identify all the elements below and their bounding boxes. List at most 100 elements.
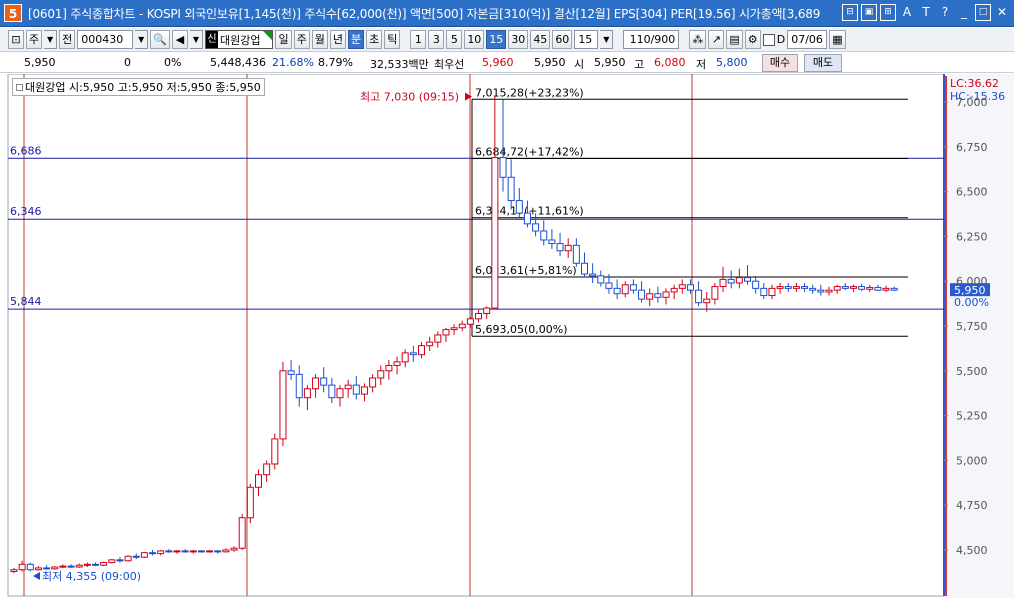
interval-button[interactable]: 30	[508, 30, 529, 49]
candle-body	[352, 384, 360, 395]
prev-button[interactable]: 전	[59, 30, 76, 49]
candle-body	[238, 517, 246, 549]
period-second-button[interactable]: 초	[366, 30, 383, 49]
save-icon[interactable]: ▤	[726, 30, 743, 49]
font-size-icon[interactable]: A	[899, 4, 915, 21]
sell-button[interactable]: 매도	[804, 54, 842, 72]
date-checkbox[interactable]	[762, 33, 775, 46]
candle-body	[246, 486, 254, 519]
candle-body	[67, 565, 75, 568]
candle-body	[214, 550, 222, 553]
period-tick-button[interactable]: 틱	[384, 30, 401, 49]
low-price: 5,800	[716, 56, 748, 69]
line-tool-icon[interactable]: ↗	[708, 30, 725, 49]
candle-body	[393, 361, 401, 366]
speaker-icon[interactable]: ◀	[171, 30, 188, 49]
period-year-button[interactable]: 년	[329, 30, 346, 49]
candle-body	[434, 334, 442, 343]
stock-name-box[interactable]: 신 대원강업	[204, 30, 274, 49]
y-tick-label: 6,750	[956, 141, 988, 154]
period-day-button[interactable]: 일	[275, 30, 292, 49]
candle-body	[458, 323, 466, 329]
candle-body	[197, 550, 205, 553]
interval-button[interactable]: 10	[464, 30, 485, 49]
y-tick-label: 5,250	[956, 410, 988, 423]
candle-body	[263, 463, 271, 476]
buy-button[interactable]: 매수	[762, 54, 798, 72]
interval-button[interactable]: 60	[552, 30, 573, 49]
low-label: 저	[696, 58, 707, 71]
window-link-icon[interactable]: ⊟	[842, 4, 858, 21]
candle-body	[646, 293, 654, 300]
close-icon[interactable]: ✕	[994, 4, 1010, 21]
interval-dropdown-icon[interactable]: ▼	[600, 30, 614, 49]
calendar-icon[interactable]: ▦	[829, 30, 846, 49]
search-icon[interactable]: 🔍	[150, 30, 170, 49]
candle-body	[271, 438, 279, 465]
stock-code-input[interactable]: 000430	[77, 30, 134, 49]
candle-body	[581, 262, 588, 275]
candle-body	[100, 562, 108, 566]
speaker-dropdown-icon[interactable]: ▼	[189, 30, 203, 49]
candle-body	[833, 286, 841, 291]
maximize-icon[interactable]: □	[975, 4, 991, 21]
trade-amount: 32,533백만	[370, 58, 429, 71]
candle-body	[662, 291, 670, 298]
candle-body	[776, 286, 784, 289]
candle-body	[140, 552, 148, 558]
y-tick-label: 5,500	[956, 365, 988, 378]
candle-body	[83, 563, 91, 566]
high-label: 고	[634, 58, 645, 71]
window-split-icon[interactable]: ▣	[861, 4, 877, 21]
price-chart[interactable]: 대원강업 시:5,950 고:5,950 저:5,950 종:5,950 6,6…	[0, 74, 1014, 598]
candle-body	[108, 559, 116, 564]
y-tick-label: 5,000	[956, 454, 988, 467]
candle-body	[825, 289, 833, 293]
settings-icon[interactable]: ⚙	[744, 30, 761, 49]
pin-icon[interactable]: T	[918, 4, 934, 21]
date-input[interactable]: 07/06	[787, 30, 828, 49]
candle-body	[874, 286, 882, 291]
candle-body	[564, 244, 572, 252]
fib-level-label: 7,015,28(+23,23%)	[475, 86, 584, 99]
interval-button[interactable]: 3	[428, 30, 445, 49]
interval-button-active[interactable]: 15	[486, 30, 507, 49]
candle-body	[858, 286, 866, 290]
window-save-icon[interactable]: ⊞	[880, 4, 896, 21]
candle-body	[18, 563, 26, 571]
data-count-input[interactable]: 110/900	[623, 30, 680, 49]
window-title: [0601] 주식종합차트 - KOSPI 외국인보유[1,145(천)] 주식…	[28, 6, 821, 21]
candle-body	[507, 176, 515, 202]
quote-bar: 5,950 0 0% 5,448,436 21.68% 8.79% 32,533…	[0, 53, 1014, 73]
candle-body	[295, 373, 303, 399]
interval-button[interactable]: 45	[530, 30, 551, 49]
chart-canvas[interactable]: 6,686 6,346 5,844 7,015,28(+23,23%) 6,684,72…	[0, 74, 1014, 598]
title-bar: 5 [0601] 주식종합차트 - KOSPI 외국인보유[1,145(천)] …	[0, 0, 1014, 27]
candle-body	[548, 239, 556, 245]
interval-button[interactable]: 1	[410, 30, 427, 49]
period-minute-button[interactable]: 분	[347, 30, 365, 49]
candle-body	[540, 230, 548, 241]
period-month-button[interactable]: 월	[311, 30, 328, 49]
period-week-button[interactable]: 주	[293, 30, 310, 49]
candle-body	[760, 287, 768, 297]
candle-body	[426, 341, 434, 347]
candle-body	[695, 289, 703, 304]
candle-body	[409, 352, 417, 356]
candle-body	[727, 278, 735, 284]
help-icon[interactable]: ?	[937, 4, 953, 21]
layout-icon[interactable]: ⊡	[8, 30, 24, 49]
low-marker-label: 최저 4,355 (09:00)	[42, 570, 141, 583]
period-type-select[interactable]: 주	[26, 30, 43, 49]
indicator-icon[interactable]: ⁂	[689, 30, 707, 49]
period-type-dropdown-icon[interactable]: ▼	[44, 30, 58, 49]
interval-select[interactable]: 15	[574, 30, 599, 49]
candle-body	[475, 312, 483, 320]
interval-button[interactable]: 5	[446, 30, 463, 49]
candle-body	[483, 307, 491, 314]
minimize-icon[interactable]: _	[956, 4, 972, 21]
open-label: 시	[574, 58, 585, 71]
candle-body	[336, 388, 344, 399]
candle-body	[890, 287, 898, 291]
stock-code-dropdown-icon[interactable]: ▼	[135, 30, 149, 49]
